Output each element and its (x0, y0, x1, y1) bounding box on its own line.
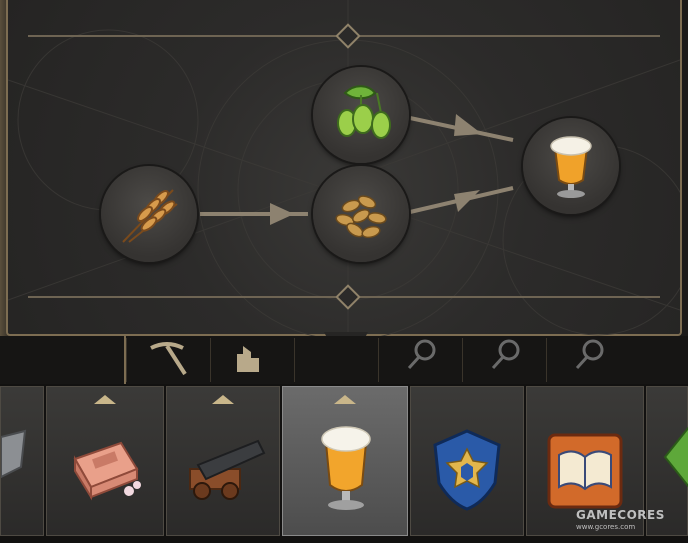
beer-node[interactable] (523, 118, 619, 214)
category-slot-search-3[interactable] (546, 338, 629, 382)
expand-caret-icon (212, 395, 234, 404)
category-slot-building[interactable] (210, 338, 293, 382)
malt-icon (335, 195, 387, 239)
expand-caret-icon (94, 395, 116, 404)
beer-icon (321, 426, 371, 510)
pickaxe-icon (150, 342, 187, 376)
production-chain-tooltip (6, 0, 682, 336)
toolbar-item-police[interactable] (410, 386, 524, 536)
soap-icon (73, 441, 141, 501)
toolbar-item-beer-selected[interactable] (282, 386, 408, 536)
toolbar-item-partial-left[interactable] (0, 386, 44, 536)
gamecores-watermark: GAMECORES www.gcores.com (576, 508, 665, 531)
magnifier-icon (575, 339, 604, 370)
category-slot-pickaxe[interactable] (126, 338, 209, 382)
beer-icon (550, 136, 592, 198)
watermark-url: www.gcores.com (576, 523, 636, 531)
category-slot-hidden[interactable] (294, 338, 377, 382)
wheat-node[interactable] (101, 166, 197, 262)
magnifier-icon (491, 339, 520, 370)
book-icon (547, 433, 623, 509)
category-slot-search-1[interactable] (378, 338, 461, 382)
magnifier-icon (407, 339, 436, 370)
police-badge-icon (433, 429, 501, 511)
watermark-brand: GAMECORES (576, 508, 665, 522)
toolbar-item-soap[interactable] (46, 386, 164, 536)
expand-caret-icon (334, 395, 356, 404)
cannon-icon (189, 439, 266, 500)
malt-node[interactable] (313, 166, 409, 262)
hops-icon (337, 85, 391, 139)
hops-node[interactable] (313, 67, 409, 163)
category-slot-search-2[interactable] (462, 338, 545, 382)
toolbar-item-cannon[interactable] (166, 386, 280, 536)
building-icon (237, 346, 259, 372)
wheat-icon (122, 189, 178, 243)
partial-tool-icon (0, 429, 27, 479)
